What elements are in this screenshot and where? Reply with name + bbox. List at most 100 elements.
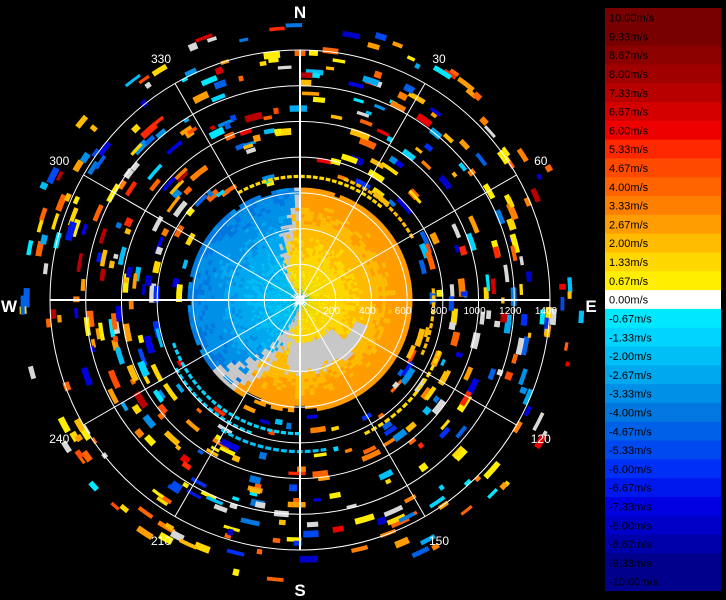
legend-label: -8.00m/s xyxy=(609,520,652,532)
echo-cell xyxy=(349,294,354,298)
echo-cell xyxy=(306,174,312,179)
echo-cell xyxy=(293,240,298,245)
echo-cell xyxy=(312,448,319,453)
echo-cell xyxy=(525,271,532,282)
echo-cell xyxy=(339,295,344,299)
echo-cell xyxy=(493,320,501,328)
echo-cell xyxy=(287,408,295,413)
echo-cell xyxy=(240,302,245,307)
echo-cell xyxy=(57,314,62,323)
bearing-label-240: 240 xyxy=(49,432,69,446)
echo-cell xyxy=(128,300,134,310)
echo-cell xyxy=(288,449,295,454)
echo-cell xyxy=(485,310,492,320)
bearing-label-330: 330 xyxy=(151,52,171,66)
echo-cell xyxy=(342,295,347,298)
legend-label: 6.00m/s xyxy=(609,125,649,137)
echo-cell xyxy=(187,287,192,295)
echo-cell xyxy=(289,105,308,112)
echo-cell xyxy=(375,291,380,297)
echo-cell xyxy=(74,307,79,319)
echo-cell xyxy=(217,303,222,309)
echo-cell xyxy=(519,283,524,296)
legend-label: -6.00m/s xyxy=(609,464,652,476)
range-label: 400 xyxy=(359,306,376,317)
legend-label: 1.33m/s xyxy=(609,257,649,269)
echo-cell xyxy=(312,175,318,180)
echo-cell xyxy=(336,295,340,299)
echo-cell xyxy=(295,253,298,258)
echo-cell xyxy=(301,339,305,344)
echo-cell xyxy=(520,313,528,326)
echo-cell xyxy=(256,301,261,305)
compass-north-label: N xyxy=(294,3,306,22)
echo-cell xyxy=(299,555,318,563)
range-label: 200 xyxy=(323,306,340,317)
legend-label: -6.67m/s xyxy=(609,483,652,495)
echo-cell xyxy=(294,246,298,251)
echo-cell xyxy=(448,296,455,312)
echo-cell xyxy=(303,365,308,370)
echo-cell xyxy=(292,230,297,235)
radar-ppi-display[interactable]: 200 400 600 800 1000 1200 1400 N S E W 3060120… xyxy=(0,0,600,600)
echo-cell xyxy=(288,471,306,476)
echo-cell xyxy=(187,305,192,312)
legend-label: -9.33m/s xyxy=(609,558,652,570)
echo-cell xyxy=(294,250,298,255)
legend-label: 0.67m/s xyxy=(609,276,649,288)
echo-cell xyxy=(302,352,306,357)
echo-cell xyxy=(285,23,303,28)
echo-cell xyxy=(559,283,566,290)
legend-label: 8.67m/s xyxy=(609,50,649,62)
legend-label: -5.33m/s xyxy=(609,445,652,457)
bearing-label-60: 60 xyxy=(534,154,548,168)
echo-cell xyxy=(543,328,550,337)
echo-cell xyxy=(230,303,235,308)
echo-cell xyxy=(306,521,319,528)
legend-label: -7.33m/s xyxy=(609,502,652,514)
compass-south-label: S xyxy=(294,581,305,600)
echo-cell xyxy=(378,291,383,297)
echo-cell xyxy=(431,288,436,294)
echo-cell xyxy=(295,256,299,261)
echo-cell xyxy=(291,217,297,222)
range-label: 1400 xyxy=(535,306,558,317)
echo-cell xyxy=(302,345,306,350)
echo-cell xyxy=(578,310,585,324)
legend-label: 2.00m/s xyxy=(609,238,649,250)
legend-label: 7.33m/s xyxy=(609,88,649,100)
compass-east-label: E xyxy=(585,297,596,316)
echo-cell xyxy=(302,362,307,367)
echo-cell xyxy=(294,243,298,248)
echo-cell xyxy=(20,295,25,315)
legend-label: -4.00m/s xyxy=(609,407,652,419)
range-label: 1000 xyxy=(463,306,486,317)
echo-cell xyxy=(460,291,468,297)
echo-cell xyxy=(280,175,286,180)
echo-cell xyxy=(352,294,357,298)
legend-label: 4.00m/s xyxy=(609,182,649,194)
echo-cell xyxy=(303,375,309,380)
echo-cell xyxy=(250,302,255,306)
echo-cell xyxy=(448,321,456,331)
echo-cell xyxy=(260,301,264,305)
echo-cell xyxy=(305,187,313,192)
echo-cell xyxy=(303,530,319,538)
echo-cell xyxy=(345,294,350,298)
range-label: 1200 xyxy=(499,306,522,317)
echo-cell xyxy=(253,302,258,305)
echo-cell xyxy=(303,378,309,383)
echo-cell xyxy=(302,355,307,360)
echo-cell xyxy=(372,292,377,297)
echo-cell xyxy=(302,342,305,347)
echo-cell xyxy=(449,284,455,298)
echo-cell xyxy=(308,50,319,56)
echo-cell xyxy=(246,302,251,306)
compass-west-label: W xyxy=(1,297,18,316)
bearing-label-150: 150 xyxy=(429,534,449,548)
echo-cell xyxy=(287,431,294,436)
echo-cell xyxy=(256,548,263,555)
legend-label: 2.67m/s xyxy=(609,219,649,231)
echo-cell xyxy=(301,336,305,340)
echo-cell xyxy=(80,278,86,291)
